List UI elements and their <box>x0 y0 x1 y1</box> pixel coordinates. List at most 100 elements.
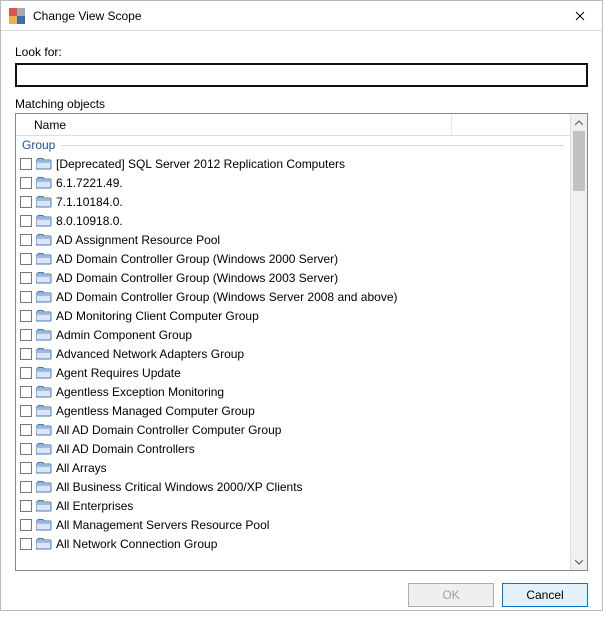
list-item[interactable]: [Deprecated] SQL Server 2012 Replication… <box>16 154 570 173</box>
list-item[interactable]: Agent Requires Update <box>16 363 570 382</box>
matching-objects-label: Matching objects <box>15 97 588 111</box>
chevron-up-icon <box>575 120 583 126</box>
item-checkbox[interactable] <box>20 234 32 246</box>
item-label: All Business Critical Windows 2000/XP Cl… <box>56 480 303 494</box>
look-for-input[interactable] <box>15 63 588 87</box>
item-label: Admin Component Group <box>56 328 192 342</box>
dialog-buttons: OK Cancel <box>1 571 602 619</box>
item-label: Agentless Managed Computer Group <box>56 404 255 418</box>
group-icon <box>36 443 52 455</box>
item-checkbox[interactable] <box>20 367 32 379</box>
column-header[interactable]: Name <box>16 114 570 136</box>
item-checkbox[interactable] <box>20 519 32 531</box>
item-label: AD Domain Controller Group (Windows Serv… <box>56 290 398 304</box>
group-icon <box>36 405 52 417</box>
list-item[interactable]: All Arrays <box>16 458 570 477</box>
list-item[interactable]: AD Domain Controller Group (Windows 2003… <box>16 268 570 287</box>
item-label: 8.0.10918.0. <box>56 214 123 228</box>
item-label: AD Domain Controller Group (Windows 2000… <box>56 252 338 266</box>
app-icon <box>9 8 25 24</box>
item-checkbox[interactable] <box>20 272 32 284</box>
list-item[interactable]: AD Monitoring Client Computer Group <box>16 306 570 325</box>
list-item[interactable]: Advanced Network Adapters Group <box>16 344 570 363</box>
dialog-content: Look for: Matching objects Name Group [D… <box>1 31 602 571</box>
item-checkbox[interactable] <box>20 310 32 322</box>
list-item[interactable]: 7.1.10184.0. <box>16 192 570 211</box>
group-icon <box>36 538 52 550</box>
list-item[interactable]: AD Domain Controller Group (Windows 2000… <box>16 249 570 268</box>
item-checkbox[interactable] <box>20 424 32 436</box>
item-checkbox[interactable] <box>20 481 32 493</box>
matching-objects-list: Name Group [Deprecated] SQL Server 2012 … <box>15 113 588 571</box>
group-icon <box>36 177 52 189</box>
item-label: All Management Servers Resource Pool <box>56 518 269 532</box>
item-label: All Enterprises <box>56 499 133 513</box>
item-label: AD Monitoring Client Computer Group <box>56 309 259 323</box>
group-icon <box>36 310 52 322</box>
group-icon <box>36 462 52 474</box>
list-item[interactable]: AD Domain Controller Group (Windows Serv… <box>16 287 570 306</box>
item-label: All Arrays <box>56 461 107 475</box>
item-label: Advanced Network Adapters Group <box>56 347 244 361</box>
window-title: Change View Scope <box>33 9 557 23</box>
item-label: All AD Domain Controller Computer Group <box>56 423 281 437</box>
chevron-down-icon <box>575 559 583 565</box>
item-checkbox[interactable] <box>20 158 32 170</box>
list-item[interactable]: 8.0.10918.0. <box>16 211 570 230</box>
list-item[interactable]: All Management Servers Resource Pool <box>16 515 570 534</box>
item-checkbox[interactable] <box>20 538 32 550</box>
item-checkbox[interactable] <box>20 253 32 265</box>
cancel-button[interactable]: Cancel <box>502 583 588 607</box>
group-icon <box>36 348 52 360</box>
item-checkbox[interactable] <box>20 386 32 398</box>
close-button[interactable] <box>557 1 602 31</box>
scroll-thumb[interactable] <box>573 131 585 191</box>
scroll-down-button[interactable] <box>571 553 587 570</box>
item-label: Agent Requires Update <box>56 366 181 380</box>
vertical-scrollbar[interactable] <box>570 114 587 570</box>
list-item[interactable]: All Enterprises <box>16 496 570 515</box>
scroll-up-button[interactable] <box>571 114 587 131</box>
item-checkbox[interactable] <box>20 329 32 341</box>
item-label: All Network Connection Group <box>56 537 217 551</box>
item-checkbox[interactable] <box>20 500 32 512</box>
list-item[interactable]: Agentless Managed Computer Group <box>16 401 570 420</box>
group-icon <box>36 196 52 208</box>
ok-button[interactable]: OK <box>408 583 494 607</box>
item-label: AD Assignment Resource Pool <box>56 233 220 247</box>
group-icon <box>36 519 52 531</box>
list-item[interactable]: Admin Component Group <box>16 325 570 344</box>
group-header-label: Group <box>22 138 55 152</box>
list-item[interactable]: 6.1.7221.49. <box>16 173 570 192</box>
group-icon <box>36 329 52 341</box>
list-item[interactable]: All Business Critical Windows 2000/XP Cl… <box>16 477 570 496</box>
item-checkbox[interactable] <box>20 177 32 189</box>
look-for-label: Look for: <box>15 45 588 59</box>
list-item[interactable]: AD Assignment Resource Pool <box>16 230 570 249</box>
item-checkbox[interactable] <box>20 443 32 455</box>
group-icon <box>36 386 52 398</box>
list-item[interactable]: Agentless Exception Monitoring <box>16 382 570 401</box>
item-label: AD Domain Controller Group (Windows 2003… <box>56 271 338 285</box>
item-checkbox[interactable] <box>20 405 32 417</box>
item-label: All AD Domain Controllers <box>56 442 195 456</box>
item-checkbox[interactable] <box>20 291 32 303</box>
group-icon <box>36 481 52 493</box>
list-item[interactable]: All Network Connection Group <box>16 534 570 553</box>
group-icon <box>36 215 52 227</box>
list-item[interactable]: All AD Domain Controller Computer Group <box>16 420 570 439</box>
group-header: Group <box>16 136 570 154</box>
item-checkbox[interactable] <box>20 215 32 227</box>
close-icon <box>575 11 585 21</box>
item-label: Agentless Exception Monitoring <box>56 385 224 399</box>
group-icon <box>36 158 52 170</box>
group-icon <box>36 253 52 265</box>
group-icon <box>36 500 52 512</box>
group-icon <box>36 367 52 379</box>
name-column-header[interactable]: Name <box>32 114 452 135</box>
item-checkbox[interactable] <box>20 348 32 360</box>
item-checkbox[interactable] <box>20 462 32 474</box>
scroll-track[interactable] <box>571 131 587 553</box>
list-item[interactable]: All AD Domain Controllers <box>16 439 570 458</box>
item-checkbox[interactable] <box>20 196 32 208</box>
